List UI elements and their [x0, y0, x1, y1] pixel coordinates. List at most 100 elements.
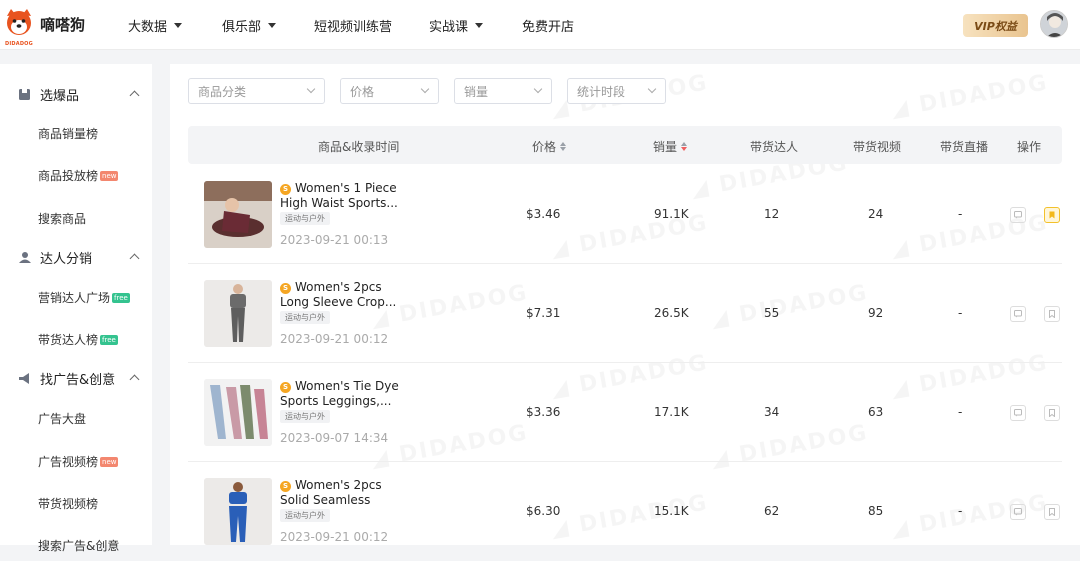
chevron-down-icon [420, 84, 430, 94]
sidebar-item-label: 带货达人榜 [38, 333, 99, 347]
watermark: ◢ DIDADOG [889, 70, 1050, 122]
sidebar-item-creator-plaza[interactable]: 营销达人广场 free [38, 289, 130, 306]
filter-placeholder: 价格 [350, 84, 375, 99]
chevron-down-icon [647, 84, 657, 94]
comment-button[interactable] [1010, 504, 1026, 520]
bookmark-button[interactable] [1044, 207, 1060, 223]
sales-cell: 15.1K [654, 504, 689, 518]
live-cell: - [958, 207, 963, 221]
live-cell: - [958, 504, 963, 518]
vip-benefits-button[interactable]: VIP权益 [963, 14, 1028, 37]
filter-category-select[interactable]: 商品分类 [188, 78, 325, 104]
creators-cell: 55 [764, 306, 780, 320]
table-row[interactable]: S Women's 2pcs Long Sleeve Crop... 运动与户外 … [188, 264, 1062, 363]
table-row[interactable]: S Women's 1 Piece High Waist Sports... 运动… [188, 165, 1062, 264]
dog-logo-icon: DIDADOG [4, 8, 34, 47]
nav-video-camp[interactable]: 短视频训练营 [314, 16, 392, 35]
category-tag: 运动与户外 [280, 410, 330, 423]
column-price[interactable]: 价格 [532, 138, 567, 155]
sidebar-item-ad-video-rank[interactable]: 广告视频榜 new [38, 453, 119, 470]
nav-courses[interactable]: 实战课 [429, 16, 484, 35]
new-badge: new [100, 170, 119, 181]
nav-label: 免费开店 [522, 20, 575, 35]
price-cell: $3.46 [526, 207, 561, 221]
bookmark-button[interactable] [1044, 405, 1060, 421]
box-icon [19, 88, 30, 100]
table-row[interactable]: S Women's Tie Dye Sports Leggings,... 运动与… [188, 363, 1062, 462]
videos-cell: 63 [868, 405, 884, 419]
creators-cell: 62 [764, 504, 780, 518]
price-cell: $7.31 [526, 306, 561, 320]
record-time: 2023-09-21 00:13 [280, 233, 389, 247]
sidebar-group-label: 找广告&创意 [40, 372, 116, 388]
videos-cell: 92 [868, 306, 884, 320]
column-sales[interactable]: 销量 [653, 138, 688, 155]
brand-logo[interactable]: DIDADOG 嘀嗒狗 [4, 8, 86, 47]
filter-price-select[interactable]: 价格 [340, 78, 439, 104]
sidebar-group-creator-distribution[interactable]: 达人分销 [0, 246, 152, 268]
app-name: 嘀嗒狗 [40, 15, 86, 34]
column-product: 商品&收录时间 [318, 140, 400, 154]
sidebar-item-label: 带货视频榜 [38, 497, 99, 511]
bookmark-icon [1049, 310, 1055, 318]
column-live: 带货直播 [940, 140, 989, 154]
product-image[interactable] [204, 181, 272, 248]
chevron-up-icon [129, 253, 140, 264]
brand-subtitle: DIDADOG [5, 41, 33, 47]
category-tag: 运动与户外 [280, 311, 330, 324]
sidebar-item-label: 广告大盘 [38, 412, 87, 426]
bookmark-icon [1049, 211, 1055, 219]
user-avatar[interactable] [1040, 10, 1068, 38]
column-videos: 带货视频 [853, 140, 902, 154]
caret-down-icon [174, 23, 183, 28]
new-badge: new [100, 456, 119, 467]
top-navbar: DIDADOG 嘀嗒狗 大数据 俱乐部 短视频训练营 实战课 免费开店 VIP权… [0, 0, 1080, 50]
caret-down-icon [475, 23, 484, 28]
product-image[interactable] [204, 379, 272, 446]
bookmark-icon [1049, 409, 1055, 417]
videos-cell: 24 [868, 207, 884, 221]
filter-sales-select[interactable]: 销量 [454, 78, 552, 104]
sidebar-item-search-ads[interactable]: 搜索广告&创意 [38, 537, 119, 554]
sidebar-group-label: 选爆品 [40, 88, 80, 104]
chevron-down-icon [533, 84, 543, 94]
category-tag: 运动与户外 [280, 212, 330, 225]
sidebar-item-ad-rank[interactable]: 商品投放榜 new [38, 167, 119, 184]
sidebar-item-label: 搜索广告&创意 [38, 539, 120, 553]
sidebar-item-label: 商品投放榜 [38, 169, 99, 183]
filter-period-select[interactable]: 统计时段 [567, 78, 666, 104]
chevron-up-icon [129, 374, 140, 385]
table-row[interactable]: SWomen's 2pcs Solid Seamless Lon... 运动与户… [188, 462, 1062, 561]
sidebar-item-label: 营销达人广场 [38, 291, 111, 305]
sidebar-group-hot-products[interactable]: 选爆品 [0, 83, 152, 105]
product-image[interactable] [204, 280, 272, 347]
chevron-up-icon [129, 90, 140, 101]
product-title[interactable]: S Women's Tie Dye Sports Leggings,... [280, 379, 400, 409]
nav-club[interactable]: 俱乐部 [222, 16, 277, 35]
sidebar-item-sales-video-rank[interactable]: 带货视频榜 [38, 495, 98, 512]
sort-icon [560, 142, 567, 151]
price-cell: $3.36 [526, 405, 561, 419]
sidebar-item-creator-rank[interactable]: 带货达人榜 free [38, 331, 118, 348]
product-image[interactable] [204, 478, 272, 545]
sidebar-item-ad-overview[interactable]: 广告大盘 [38, 410, 86, 427]
bookmark-button[interactable] [1044, 504, 1060, 520]
comment-button[interactable] [1010, 306, 1026, 322]
comment-button[interactable] [1010, 405, 1026, 421]
bookmark-button[interactable] [1044, 306, 1060, 322]
product-title[interactable]: S Women's 1 Piece High Waist Sports... [280, 181, 400, 211]
filter-placeholder: 商品分类 [198, 84, 247, 99]
column-label: 价格 [532, 140, 557, 154]
sidebar-item-search-products[interactable]: 搜索商品 [38, 210, 86, 227]
nav-free-store[interactable]: 免费开店 [522, 16, 574, 35]
dollar-coin-icon: S [280, 481, 291, 492]
comment-icon [1014, 310, 1022, 318]
live-cell: - [958, 405, 963, 419]
sales-cell: 26.5K [654, 306, 689, 320]
product-title[interactable]: S Women's 2pcs Long Sleeve Crop... [280, 280, 400, 310]
sidebar-item-sales-rank[interactable]: 商品销量榜 [38, 125, 98, 142]
sidebar-group-ads-creative[interactable]: 找广告&创意 [0, 367, 152, 389]
nav-bigdata[interactable]: 大数据 [128, 16, 183, 35]
bookmark-icon [1049, 508, 1055, 516]
comment-button[interactable] [1010, 207, 1026, 223]
